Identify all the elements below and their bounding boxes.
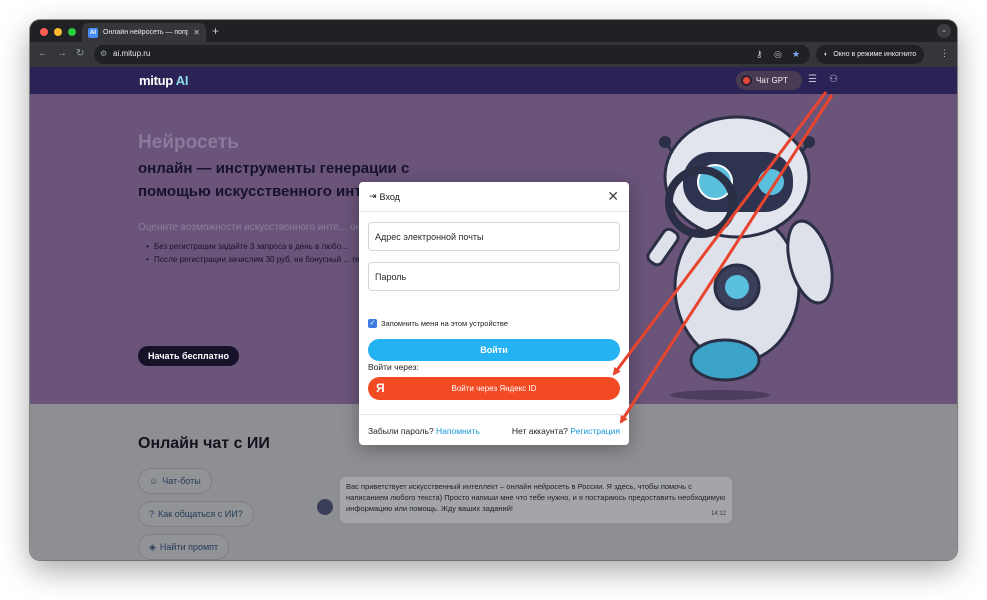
reload-icon[interactable]: ↻	[76, 47, 84, 61]
modal-header: ⇥ Вход ✕	[359, 182, 629, 212]
browser-toolbar: ← → ↻ ⚙ ai.mitup.ru ⚷ ◎ ★ ◐ Окно в режим…	[30, 42, 957, 67]
chat-gpt-button[interactable]: Чат GPT	[736, 71, 802, 90]
chat-section-title: Онлайн чат с ИИ	[138, 435, 270, 452]
close-icon[interactable]: ✕	[607, 188, 619, 204]
maximize-window-button[interactable]	[68, 28, 76, 36]
register-link[interactable]: Регистрация	[570, 426, 620, 436]
robot-shadow	[670, 390, 770, 400]
record-icon	[741, 75, 752, 86]
site-header: mitup AI Чат GPT ☰ ⚇	[30, 67, 957, 94]
menu-icon[interactable]: ☰	[808, 74, 817, 85]
modal-footer: Забыли пароль? Напомнить Нет аккаунта? Р…	[359, 414, 629, 445]
browser-window: AI Онлайн нейросеть — попроб ✕ + ⌄ ← → ↻…	[30, 20, 957, 560]
bot-message: Вас приветствует искусственный интеллект…	[340, 477, 732, 523]
modal-title: ⇥ Вход	[369, 191, 400, 202]
site-settings-icon[interactable]: ⚙	[100, 49, 107, 58]
yandex-login-button[interactable]: Я Войти через Яндекс ID	[368, 377, 620, 400]
tab-title: Онлайн нейросеть — попроб	[103, 29, 189, 36]
register-prompt: Нет аккаунта? Регистрация	[512, 426, 620, 436]
tab-search-button[interactable]: ⌄	[937, 24, 951, 38]
cube-icon: ◈	[149, 541, 156, 552]
chip-how-to-talk[interactable]: ? Как общаться с ИИ?	[138, 501, 254, 527]
chip-label: Как общаться с ИИ?	[158, 509, 243, 519]
incognito-label: Окно в режиме инкогнито	[833, 51, 917, 58]
chat-icon: ☺	[149, 476, 159, 486]
no-account-text: Нет аккаунта?	[511, 426, 568, 436]
user-icon[interactable]: ⚇	[829, 74, 838, 85]
tab-close-icon[interactable]: ✕	[193, 28, 200, 37]
bookmark-star-icon[interactable]: ★	[792, 49, 800, 60]
chat-gpt-label: Чат GPT	[756, 76, 788, 85]
chip-label: Чат-боты	[162, 476, 201, 486]
yandex-button-label: Войти через Яндекс ID	[451, 384, 537, 393]
logo-text: mitup	[139, 73, 173, 88]
message-time: 14:12	[710, 511, 726, 517]
incognito-icon: ◐	[824, 51, 829, 58]
address-bar[interactable]: ⚙ ai.mitup.ru ⚷ ◎ ★	[94, 45, 810, 64]
robot-illustration	[646, 115, 834, 382]
chip-label: Найти промпт	[159, 542, 219, 552]
minimize-window-button[interactable]	[54, 28, 62, 36]
tab-strip: AI Онлайн нейросеть — попроб ✕ + ⌄	[30, 20, 957, 42]
new-tab-button[interactable]: +	[212, 23, 219, 39]
back-icon[interactable]: ←	[38, 47, 48, 61]
login-button[interactable]: Войти	[368, 339, 620, 361]
login-icon: ⇥	[369, 191, 377, 201]
close-window-button[interactable]	[40, 28, 48, 36]
site-favicon-icon: AI	[88, 27, 98, 38]
chip-chatbots[interactable]: ☺ Чат-боты	[138, 468, 212, 494]
hero-title: Нейросеть	[138, 132, 239, 153]
browser-tab[interactable]: AI Онлайн нейросеть — попроб ✕	[82, 23, 206, 42]
site-logo[interactable]: mitup AI	[139, 73, 188, 88]
bot-avatar	[317, 499, 333, 515]
login-modal: ⇥ Вход ✕ ✓ Запомнить меня на этом устрой…	[359, 182, 629, 445]
yandex-logo-icon: Я	[376, 381, 385, 395]
url-text[interactable]: ai.mitup.ru	[113, 49, 150, 58]
modal-title-text: Вход	[379, 191, 400, 202]
email-field[interactable]	[368, 222, 620, 251]
remember-me[interactable]: ✓ Запомнить меня на этом устройстве	[368, 319, 508, 328]
password-key-icon[interactable]: ⚷	[756, 49, 763, 60]
forward-icon[interactable]: →	[57, 47, 67, 61]
password-field[interactable]	[368, 262, 620, 291]
logo-accent: AI	[175, 73, 189, 88]
bot-message-text: Вас приветствует искусственный интеллект…	[346, 482, 726, 513]
remember-label: Запомнить меня на этом устройстве	[381, 319, 508, 328]
browser-menu-icon[interactable]: ⋮	[940, 48, 949, 59]
remember-checkbox[interactable]: ✓	[368, 319, 377, 328]
help-icon: ?	[149, 509, 155, 519]
page-viewport: mitup AI Чат GPT ☰ ⚇ Нейросеть онлайн — …	[30, 67, 957, 560]
remind-link[interactable]: Напомнить	[436, 426, 480, 436]
hide-eye-icon[interactable]: ◎	[774, 49, 782, 60]
login-via-label: Войти через:	[368, 362, 419, 372]
forgot-password: Забыли пароль? Напомнить	[368, 426, 480, 436]
chip-find-prompt[interactable]: ◈ Найти промпт	[138, 534, 230, 560]
start-free-button[interactable]: Начать бесплатно	[138, 346, 239, 366]
incognito-indicator[interactable]: ◐ Окно в режиме инкогнито	[816, 45, 925, 64]
forgot-text: Забыли пароль?	[368, 426, 434, 436]
